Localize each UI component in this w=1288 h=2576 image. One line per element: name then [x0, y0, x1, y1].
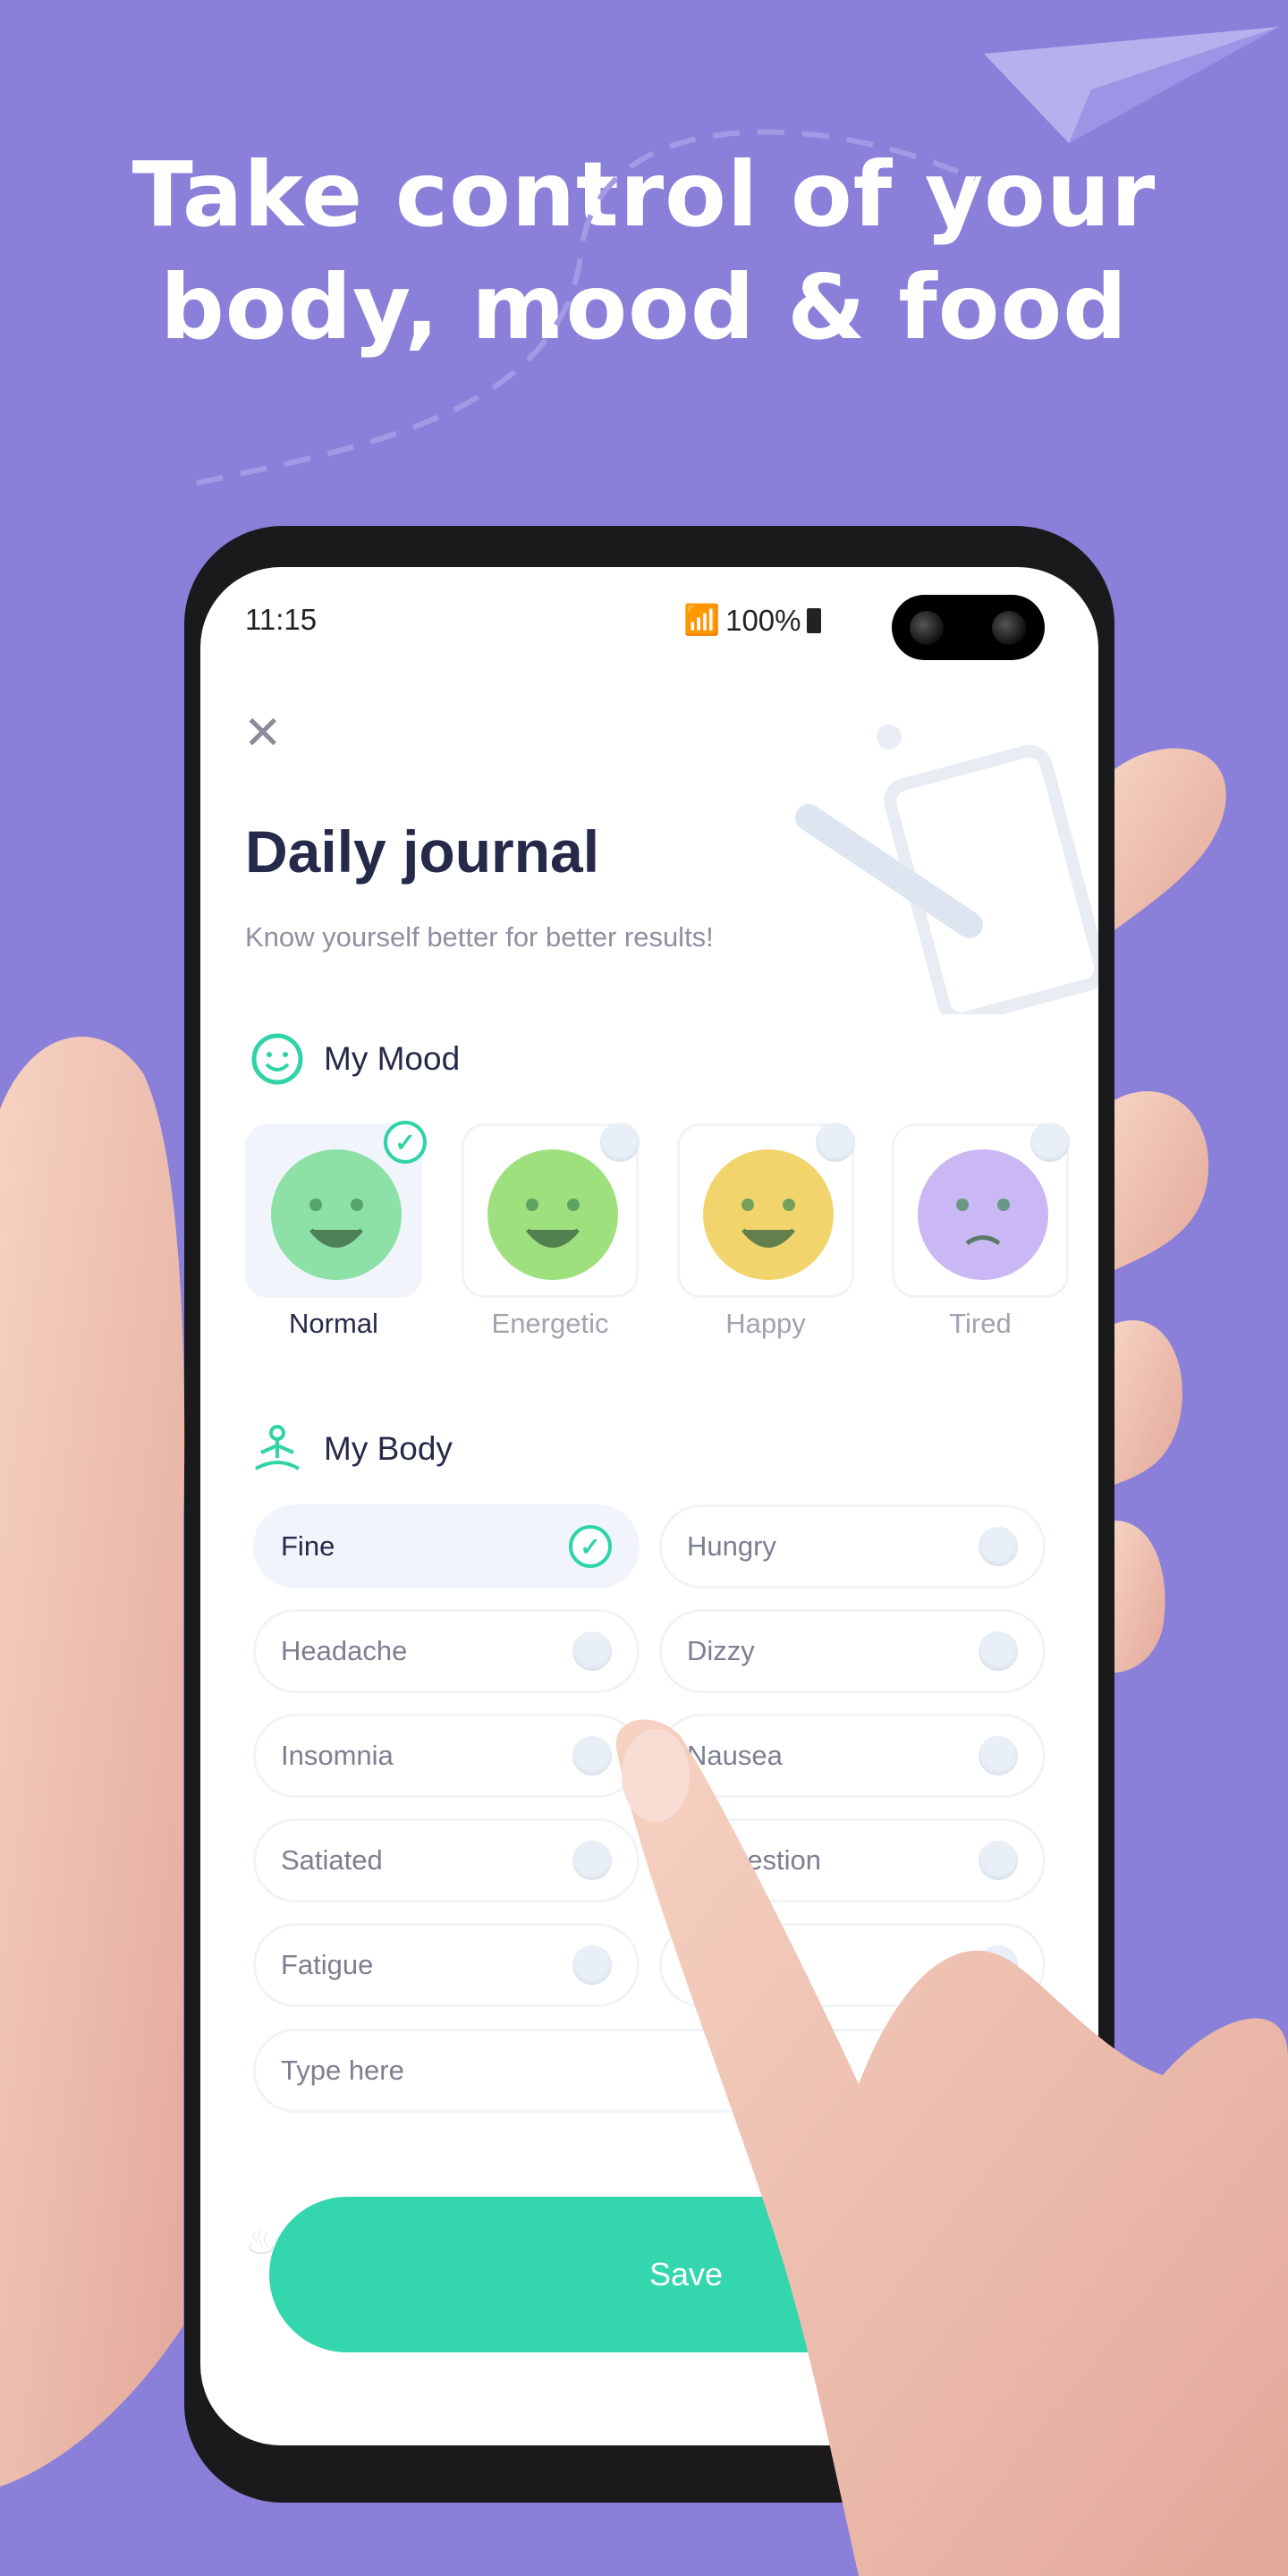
hands-illustration: [0, 748, 1288, 2576]
